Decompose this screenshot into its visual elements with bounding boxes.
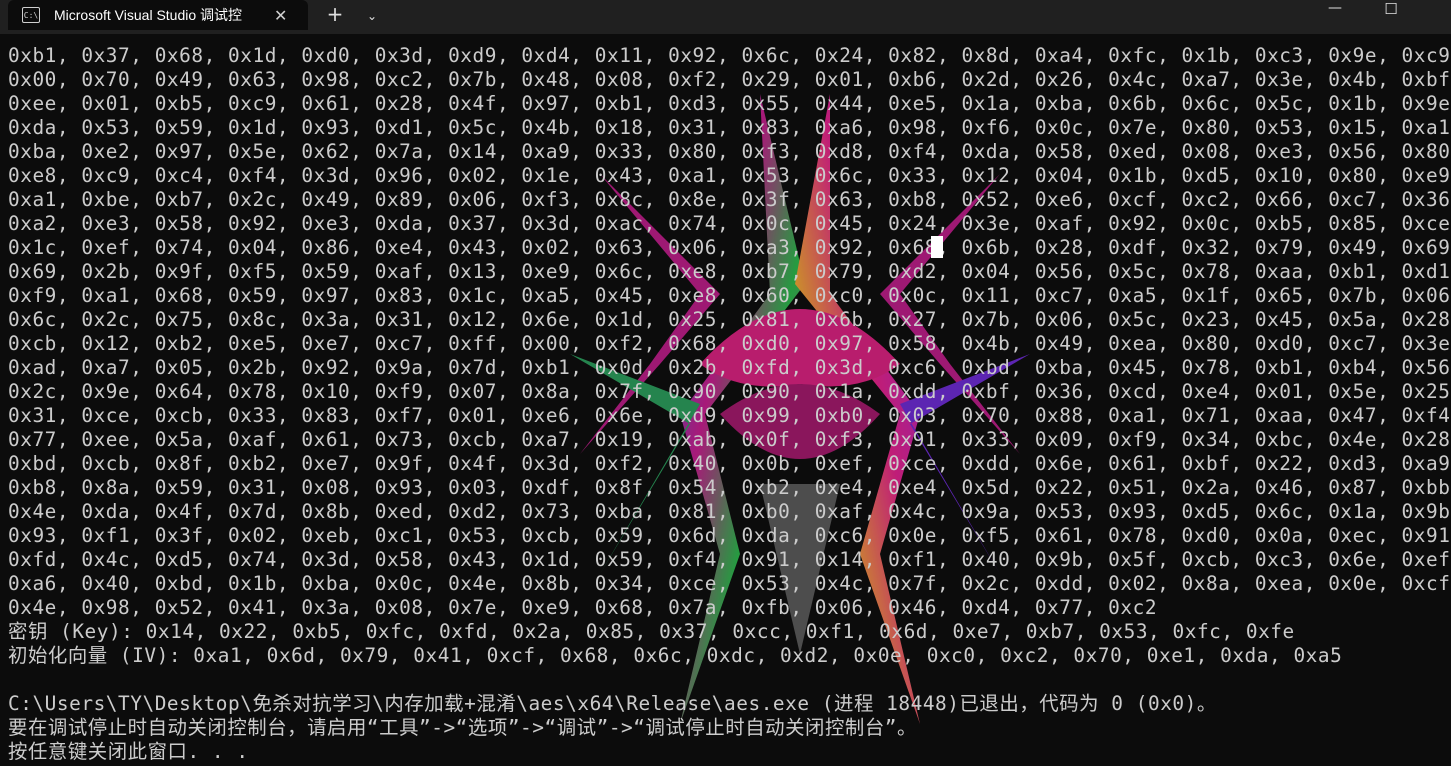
console-line: 要在调试停止时自动关闭控制台，请启用“工具”->“选项”->“调试”->“调试停… — [8, 716, 917, 739]
console-line: 0xbd, 0xcb, 0x8f, 0xb2, 0xe7, 0x9f, 0x4f… — [8, 452, 1451, 475]
console-line: 0xba, 0xe2, 0x97, 0x5e, 0x62, 0x7a, 0x14… — [8, 140, 1451, 163]
console-line: 0xe8, 0xc9, 0xc4, 0xf4, 0x3d, 0x96, 0x02… — [8, 164, 1451, 187]
console-line: 0x31, 0xce, 0xcb, 0x33, 0x83, 0xf7, 0x01… — [8, 404, 1451, 427]
console-line: 0xee, 0x01, 0xb5, 0xc9, 0x61, 0x28, 0x4f… — [8, 92, 1451, 115]
console-line: 0xfd, 0x4c, 0xd5, 0x74, 0x3d, 0x58, 0x43… — [8, 548, 1451, 571]
console-line: 0xb1, 0x37, 0x68, 0x1d, 0xd0, 0x3d, 0xd9… — [8, 44, 1451, 67]
console-line: 0xa1, 0xbe, 0xb7, 0x2c, 0x49, 0x89, 0x06… — [8, 188, 1451, 211]
console-line: 0xa6, 0x40, 0xbd, 0x1b, 0xba, 0x0c, 0x4e… — [8, 572, 1451, 595]
text-cursor — [931, 236, 943, 258]
console-line: 0x4e, 0x98, 0x52, 0x41, 0x3a, 0x08, 0x7e… — [8, 596, 1158, 619]
console-line: 0xad, 0xa7, 0x05, 0x2b, 0x92, 0x9a, 0x7d… — [8, 356, 1451, 379]
terminal-icon: C:\ — [22, 7, 40, 23]
console-line: 0xda, 0x53, 0x59, 0x1d, 0x93, 0xd1, 0x5c… — [8, 116, 1451, 139]
minimize-icon[interactable]: — — [1324, 0, 1346, 22]
console-line: 0x2c, 0x9e, 0x64, 0x78, 0x10, 0xf9, 0x07… — [8, 380, 1451, 403]
console-line: C:\Users\TY\Desktop\免杀对抗学习\内存加载+混淆\aes\x… — [8, 692, 1217, 715]
plus-icon[interactable]: + — [324, 4, 346, 26]
tab-title: Microsoft Visual Studio 调试控 — [54, 7, 243, 23]
chevron-down-icon[interactable]: ⌄ — [362, 6, 382, 26]
console-line: 0x6c, 0x2c, 0x75, 0x8c, 0x3a, 0x31, 0x12… — [8, 308, 1451, 331]
title-bar: C:\ Microsoft Visual Studio 调试控 ✕ + ⌄ — … — [0, 0, 1451, 34]
maximize-icon[interactable]: ☐ — [1380, 0, 1402, 22]
console-line: 0x1c, 0xef, 0x74, 0x04, 0x86, 0xe4, 0x43… — [8, 236, 1451, 259]
console-line: 密钥 (Key): 0x14, 0x22, 0xb5, 0xfc, 0xfd, … — [8, 620, 1295, 643]
console-line: 0x4e, 0xda, 0x4f, 0x7d, 0x8b, 0xed, 0xd2… — [8, 500, 1451, 523]
close-icon[interactable]: ✕ — [274, 6, 287, 25]
console-line: 0x69, 0x2b, 0x9f, 0xf5, 0x59, 0xaf, 0x13… — [8, 260, 1451, 283]
console-line: 0x00, 0x70, 0x49, 0x63, 0x98, 0xc2, 0x7b… — [8, 68, 1451, 91]
tab-debug-console[interactable]: C:\ Microsoft Visual Studio 调试控 ✕ — [8, 0, 308, 30]
console-line: 0xb8, 0x8a, 0x59, 0x31, 0x08, 0x93, 0x03… — [8, 476, 1451, 499]
console-line: 0x93, 0xf1, 0x3f, 0x02, 0xeb, 0xc1, 0x53… — [8, 524, 1451, 547]
console-line: 0xa2, 0xe3, 0x58, 0x92, 0xe3, 0xda, 0x37… — [8, 212, 1451, 235]
console-line: 按任意键关闭此窗口. . . — [8, 740, 249, 763]
console-line: 0xcb, 0x12, 0xb2, 0xe5, 0xe7, 0xc7, 0xff… — [8, 332, 1451, 355]
console-line: 初始化向量 (IV): 0xa1, 0x6d, 0x79, 0x41, 0xcf… — [8, 644, 1343, 667]
console-line: 0x77, 0xee, 0x5a, 0xaf, 0x61, 0x73, 0xcb… — [8, 428, 1451, 451]
console-line: 0xf9, 0xa1, 0x68, 0x59, 0x97, 0x83, 0x1c… — [8, 284, 1451, 307]
console-lines: 0xb1, 0x37, 0x68, 0x1d, 0xd0, 0x3d, 0xd9… — [8, 44, 1451, 764]
console-output[interactable]: 0xb1, 0x37, 0x68, 0x1d, 0xd0, 0x3d, 0xd9… — [0, 34, 1451, 766]
